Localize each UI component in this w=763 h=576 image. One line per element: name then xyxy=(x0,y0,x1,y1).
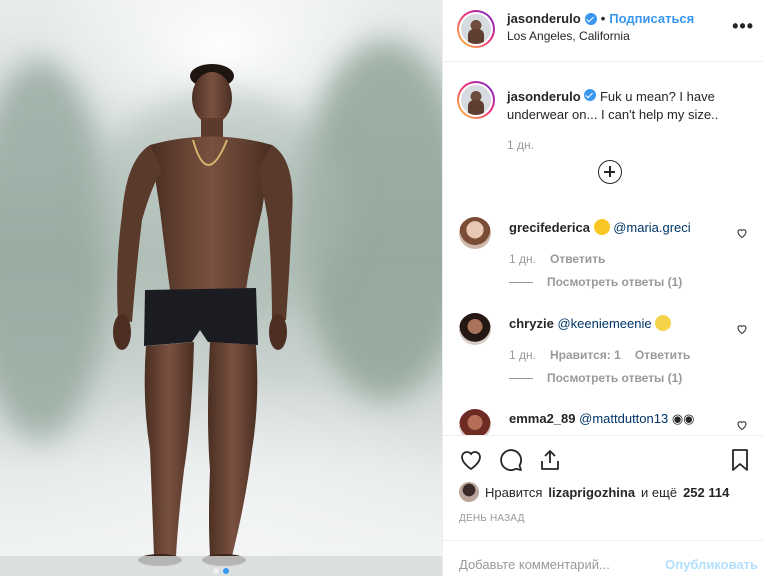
comment-username[interactable]: chryzie xyxy=(509,316,554,331)
scream-emoji-icon xyxy=(655,315,672,331)
comment-body: chryzie @keeniemeenie xyxy=(509,315,672,331)
share-icon[interactable] xyxy=(538,448,562,472)
post-date: ДЕНЬ НАЗАД xyxy=(459,513,525,524)
liker-avatar[interactable] xyxy=(459,482,479,502)
author-username[interactable]: jasonderulo xyxy=(507,11,581,26)
reply-button[interactable]: Ответить xyxy=(550,252,605,266)
comment-mention[interactable]: @maria.greci xyxy=(613,220,691,235)
separator-dot: • xyxy=(600,11,606,26)
carousel-dot-active[interactable] xyxy=(223,568,229,574)
comment-like-heart-icon[interactable] xyxy=(736,419,748,431)
likes-count[interactable]: 252 114 xyxy=(683,485,729,500)
comment-username[interactable]: grecifederica xyxy=(509,220,590,235)
comment-body: grecifederica @maria.greci xyxy=(509,219,691,235)
comment-bubble-icon[interactable] xyxy=(499,448,523,472)
comment-mention[interactable]: @keeniemeenie xyxy=(557,316,651,331)
comment-body: emma2_89 @mattdutton13 ◉◉ xyxy=(509,411,695,427)
liker-username[interactable]: lizaprigozhina xyxy=(548,485,635,500)
post-header: jasonderulo • Подписаться Los Angeles, C… xyxy=(443,0,763,62)
caption-avatar[interactable] xyxy=(457,81,495,119)
location-link[interactable]: Los Angeles, California xyxy=(507,29,630,43)
comment-like-heart-icon[interactable] xyxy=(736,227,748,239)
comment-meta: 1 дн. Нравится: 1 Ответить xyxy=(509,348,690,362)
comment-timestamp: 1 дн. xyxy=(509,252,536,266)
caption-timestamp: 1 дн. xyxy=(507,138,534,152)
carousel-dots xyxy=(0,568,442,574)
post-sidebar: jasonderulo • Подписаться Los Angeles, C… xyxy=(442,0,763,576)
caption-username[interactable]: jasonderulo xyxy=(507,89,581,104)
likes-middle: и ещё xyxy=(641,484,678,500)
view-replies-button[interactable]: Посмотреть ответы (1) xyxy=(509,371,682,385)
view-replies-button[interactable]: Посмотреть ответы (1) xyxy=(509,275,682,289)
comment-timestamp: 1 дн. xyxy=(509,348,536,362)
bookmark-icon[interactable] xyxy=(728,448,752,472)
comment-like-heart-icon[interactable] xyxy=(736,323,748,335)
grinning-sweat-emoji-icon xyxy=(593,219,610,235)
comments-list[interactable]: jasonderulo Fuk u mean? I have underwear… xyxy=(443,63,763,435)
comment-mention[interactable]: @mattdutton13 xyxy=(579,411,668,426)
post-comment-button[interactable]: Опубликовать xyxy=(665,557,758,572)
eyes-emoji-icon: ◉◉ xyxy=(671,411,695,426)
load-more-comments-icon[interactable] xyxy=(598,160,622,184)
comment-input[interactable]: Добавьте комментарий... xyxy=(459,557,610,572)
verified-icon xyxy=(584,12,597,25)
author-row: jasonderulo • Подписаться xyxy=(507,11,694,26)
author-avatar[interactable] xyxy=(457,10,495,48)
comment-likes-count[interactable]: Нравится: 1 xyxy=(550,348,621,362)
carousel-dot[interactable] xyxy=(213,568,219,574)
more-options-icon[interactable]: ••• xyxy=(732,16,754,37)
comment-avatar[interactable] xyxy=(459,313,491,345)
comment-meta: 1 дн. Ответить xyxy=(509,252,605,266)
caption: jasonderulo Fuk u mean? I have underwear… xyxy=(507,88,747,124)
follow-button[interactable]: Подписаться xyxy=(609,11,694,26)
comment-username[interactable]: emma2_89 xyxy=(509,411,576,426)
likes-prefix: Нравится xyxy=(485,484,543,500)
person-figure xyxy=(0,64,442,576)
comment-avatar[interactable] xyxy=(459,217,491,249)
post-photo[interactable] xyxy=(0,0,442,576)
add-comment-bar: Добавьте комментарий... Опубликовать xyxy=(443,540,763,576)
verified-icon xyxy=(584,89,597,101)
like-heart-icon[interactable] xyxy=(459,448,483,472)
comment-avatar[interactable] xyxy=(459,409,491,435)
reply-button[interactable]: Ответить xyxy=(635,348,690,362)
likes-summary: Нравится lizaprigozhina и ещё 252 114 xyxy=(459,482,729,502)
